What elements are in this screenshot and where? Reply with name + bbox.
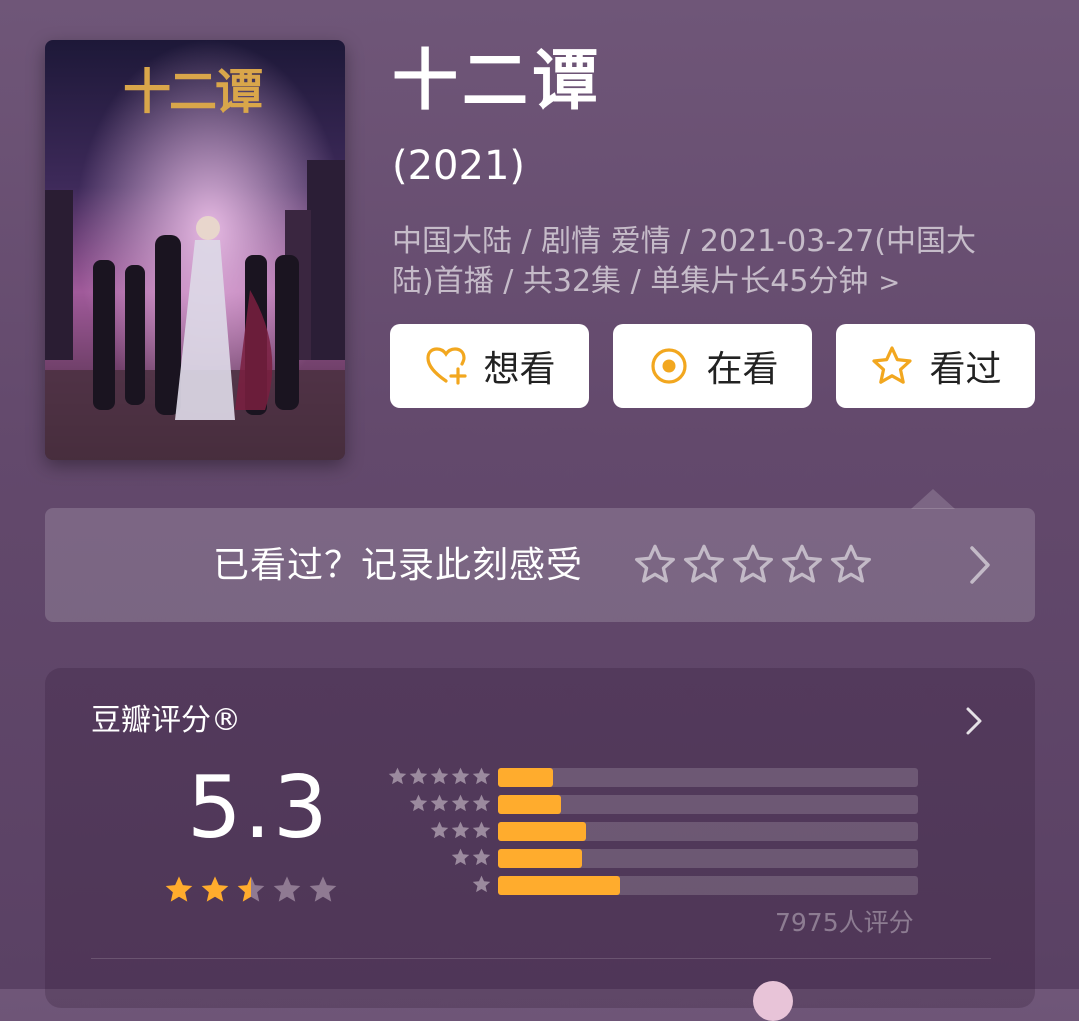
chevron-right-icon[interactable] [965, 542, 995, 588]
watching-button[interactable]: 在看 [613, 324, 812, 408]
star-icon [451, 821, 470, 839]
star-icon [430, 794, 449, 812]
star-icon [165, 876, 193, 902]
distribution-stars [429, 820, 492, 841]
distribution-stars [450, 847, 492, 868]
distribution-stars [408, 793, 492, 814]
star-icon [430, 821, 449, 839]
star-icon [472, 848, 491, 866]
poster-title-art: 十二谭 [123, 64, 263, 120]
rater-count: 7975人评分 [775, 908, 914, 937]
distribution-bar [498, 822, 587, 841]
star-outline-icon[interactable] [731, 543, 775, 587]
distribution-track [498, 822, 918, 841]
star-outline-icon[interactable] [829, 543, 873, 587]
movie-meta[interactable]: 中国大陆 / 剧情 爱情 / 2021-03-27(中国大 陆)首播 / 共32… [392, 222, 1042, 303]
chevron-right-icon: > [878, 268, 901, 298]
rating-card: 豆瓣评分® 5.3 7975人评分 [45, 668, 1035, 1021]
meta-line-2: 陆)首播 / 共32集 / 单集片长45分钟 > [392, 262, 1042, 303]
distribution-bar [498, 795, 561, 814]
rating-score: 5.3 [187, 758, 330, 858]
star-outline-icon[interactable] [633, 543, 677, 587]
distribution-track [498, 849, 918, 868]
star-outline-icon[interactable] [682, 543, 726, 587]
star-icon [409, 794, 428, 812]
distribution-bar [498, 768, 553, 787]
star-icon [451, 848, 470, 866]
want-to-watch-label: 想看 [483, 349, 556, 390]
watching-label: 在看 [706, 349, 779, 390]
star-icon [388, 767, 407, 785]
target-circle-icon [646, 343, 692, 389]
watched-button[interactable]: 看过 [836, 324, 1035, 408]
page-title: 十二谭 [392, 42, 602, 119]
star-icon [472, 767, 491, 785]
avatar [753, 981, 793, 1021]
star-icon [201, 876, 229, 902]
popover-pointer [911, 489, 955, 509]
rating-card-title: 豆瓣评分® [91, 703, 241, 738]
distribution-track [498, 795, 918, 814]
divider [91, 958, 991, 959]
poster-image[interactable]: 十二谭 [45, 40, 345, 460]
meta-line-2-text: 陆)首播 / 共32集 / 单集片长45分钟 [392, 264, 869, 299]
star-outline-icon[interactable] [780, 543, 824, 587]
chevron-right-icon[interactable] [963, 704, 985, 738]
distribution-bar [498, 849, 582, 868]
distribution-track [498, 768, 918, 787]
distribution-track [498, 876, 918, 895]
star-icon [451, 794, 470, 812]
star-icon [472, 821, 491, 839]
distribution-stars [387, 766, 492, 787]
watched-label: 看过 [929, 349, 1002, 390]
star-icon [430, 767, 449, 785]
star-icon [409, 767, 428, 785]
heart-plus-icon [423, 343, 469, 389]
want-to-watch-button[interactable]: 想看 [390, 324, 589, 408]
distribution-bar [498, 876, 620, 895]
star-icon [309, 876, 337, 902]
rate-prompt-bar[interactable]: 已看过？记录此刻感受 [45, 508, 1035, 622]
star-icon [472, 875, 491, 893]
rate-star-input[interactable] [633, 543, 873, 587]
star-icon [472, 794, 491, 812]
meta-line-1: 中国大陆 / 剧情 爱情 / 2021-03-27(中国大 [392, 224, 976, 259]
star-icon [273, 876, 301, 902]
rate-prompt-label: 已看过？记录此刻感受 [213, 545, 584, 586]
star-icon [237, 876, 265, 902]
star-icon [451, 767, 470, 785]
release-year: (2021) [392, 143, 526, 189]
star-outline-icon [869, 343, 915, 389]
rating-stars [163, 874, 339, 906]
distribution-stars [471, 874, 492, 895]
